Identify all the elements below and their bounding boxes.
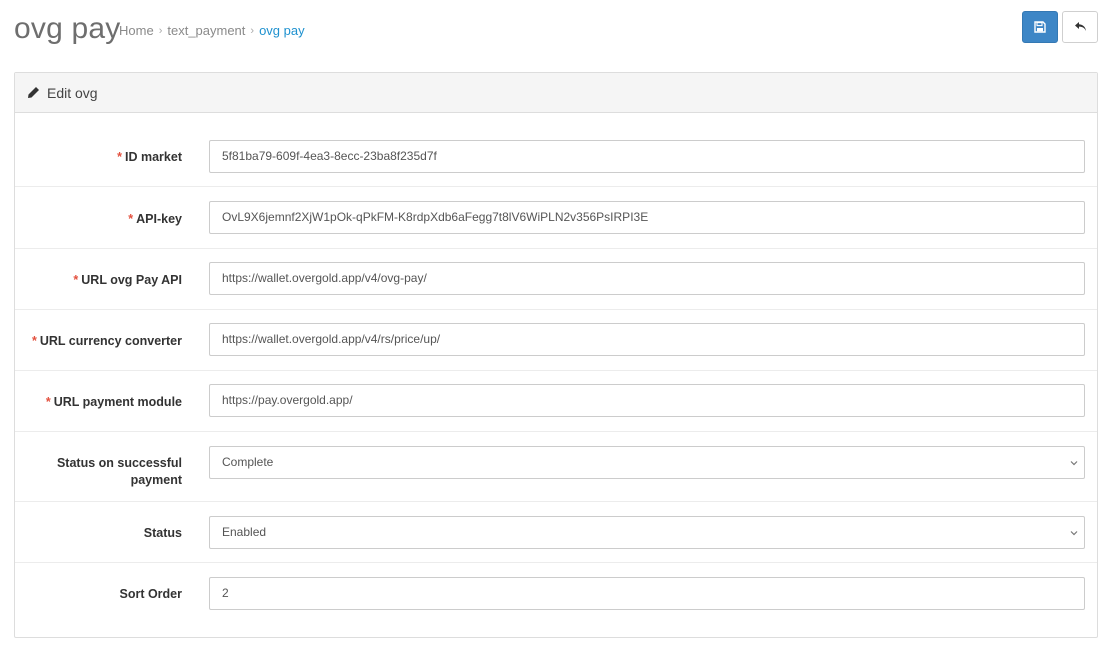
- breadcrumb-separator: ›: [250, 25, 255, 37]
- required-mark: *: [31, 334, 37, 348]
- status-select[interactable]: Enabled: [209, 516, 1085, 549]
- breadcrumb-current[interactable]: ovg pay: [259, 23, 305, 39]
- breadcrumb: Home › text_payment › ovg pay: [119, 23, 305, 39]
- pencil-icon: [28, 87, 39, 98]
- api-key-label: * API-key: [128, 212, 182, 226]
- edit-panel: Edit ovg * ID market 5f81ba79-609f-4ea3-8…: [14, 72, 1098, 638]
- id-market-input[interactable]: 5f81ba79-609f-4ea3-8ecc-23ba8f235d7f: [209, 140, 1085, 173]
- form-row-status-success: Status on successful payment Complete: [15, 432, 1097, 502]
- required-mark: *: [45, 395, 51, 409]
- sort-order-label: Sort Order: [119, 587, 182, 601]
- required-mark: *: [117, 150, 123, 164]
- reply-arrow-icon: [1074, 22, 1086, 31]
- breadcrumb-separator: ›: [158, 25, 163, 37]
- id-market-label: * ID market: [117, 150, 182, 164]
- save-button[interactable]: [1022, 11, 1058, 43]
- chevron-down-icon: [1070, 447, 1078, 478]
- status-success-value: Complete: [222, 455, 274, 469]
- status-value: Enabled: [222, 525, 267, 539]
- panel-heading: Edit ovg: [15, 73, 1097, 113]
- url-api-label: * URL ovg Pay API: [73, 273, 182, 287]
- form-row-url-api: * URL ovg Pay API https://wallet.overgold…: [15, 249, 1097, 310]
- form-row-api-key: * API-key OvL9X6jemnf2XjW1pOk-qPkFM-K8rdp…: [15, 187, 1097, 249]
- page-title: ovg pay: [14, 12, 121, 45]
- form-row-sort-order: Sort Order 2: [15, 563, 1097, 637]
- floppy-disk-icon: [1034, 21, 1046, 33]
- form-row-url-converter: * URL currency converter https://wallet.o…: [15, 310, 1097, 371]
- page-header: ovg pay Home › text_payment › ovg pay: [0, 0, 1109, 60]
- status-success-label: Status on successful payment: [56, 456, 182, 487]
- sort-order-input[interactable]: 2: [209, 577, 1085, 610]
- status-label: Status: [143, 526, 182, 540]
- form-row-url-module: * URL payment module https://pay.overgold…: [15, 371, 1097, 432]
- chevron-down-icon: [1070, 517, 1078, 548]
- url-converter-input[interactable]: https://wallet.overgold.app/v4/rs/price/…: [209, 323, 1085, 356]
- url-module-label: * URL payment module: [45, 395, 182, 409]
- back-button[interactable]: [1062, 11, 1098, 43]
- form-row-status: Status Enabled: [15, 502, 1097, 563]
- panel-title: Edit ovg: [47, 84, 98, 101]
- breadcrumb-home[interactable]: Home: [119, 23, 154, 39]
- required-mark: *: [73, 273, 79, 287]
- url-api-input[interactable]: https://wallet.overgold.app/v4/ovg-pay/: [209, 262, 1085, 295]
- required-mark: *: [128, 212, 134, 226]
- form-row-id-market: * ID market 5f81ba79-609f-4ea3-8ecc-23ba8…: [15, 113, 1097, 187]
- api-key-input[interactable]: OvL9X6jemnf2XjW1pOk-qPkFM-K8rdpXdb6aFegg…: [209, 201, 1085, 234]
- url-converter-label: * URL currency converter: [31, 334, 182, 348]
- status-success-select[interactable]: Complete: [209, 446, 1085, 479]
- url-module-input[interactable]: https://pay.overgold.app/: [209, 384, 1085, 417]
- breadcrumb-payment[interactable]: text_payment: [167, 23, 245, 39]
